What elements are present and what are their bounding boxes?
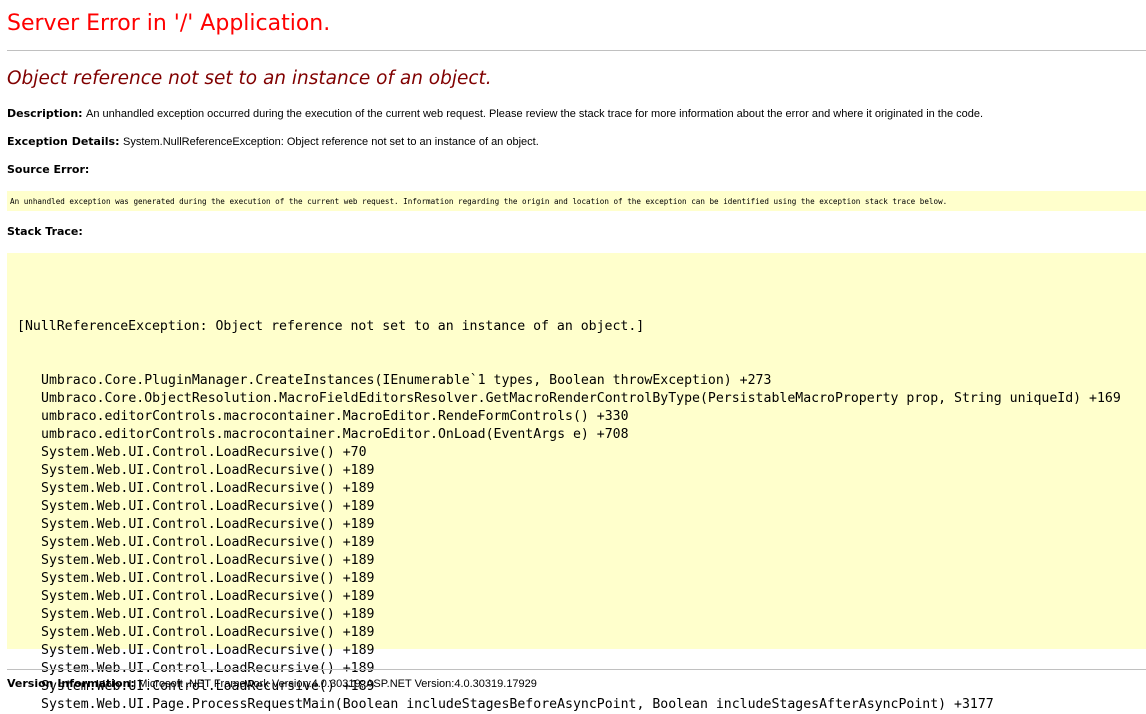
stack-trace-line: Umbraco.Core.PluginManager.CreateInstanc… [41, 373, 772, 388]
stack-trace-line: System.Web.UI.Control.LoadRecursive() +1… [41, 499, 375, 514]
stack-trace-line: Umbraco.Core.ObjectResolution.MacroField… [41, 391, 1121, 406]
stack-trace-line: System.Web.UI.Control.LoadRecursive() +1… [41, 643, 375, 658]
version-text: Microsoft .NET Framework Version:4.0.303… [138, 678, 537, 690]
description-label: Description: [7, 107, 83, 120]
source-error-text: An unhandled exception was generated dur… [10, 197, 948, 206]
source-error-label: Source Error: [7, 163, 90, 176]
error-message-heading: Object reference not set to an instance … [7, 68, 492, 89]
stack-trace-line: System.Web.UI.Control.LoadRecursive() +1… [41, 535, 375, 550]
stack-trace-line: umbraco.editorControls.macrocontainer.Ma… [41, 427, 629, 442]
stack-trace-line: System.Web.UI.Control.LoadRecursive() +1… [41, 517, 375, 532]
version-divider [7, 669, 1146, 670]
stack-trace-line: System.Web.UI.Control.LoadRecursive() +1… [41, 589, 375, 604]
stack-trace-line: System.Web.UI.Control.LoadRecursive() +7… [41, 445, 367, 460]
stack-trace-box: [NullReferenceException: Object referenc… [7, 253, 1146, 712]
stack-trace-line: System.Web.UI.Control.LoadRecursive() +1… [41, 571, 375, 586]
exception-details-label: Exception Details: [7, 135, 120, 148]
stack-trace-header: [NullReferenceException: Object referenc… [17, 319, 645, 334]
exception-details-line: Exception Details: System.NullReferenceE… [7, 135, 539, 148]
page-title: Server Error in '/' Application. [7, 11, 331, 36]
description-text: An unhandled exception occurred during t… [86, 108, 984, 120]
stack-trace-code: [NullReferenceException: Object referenc… [17, 282, 1121, 714]
version-information-line: Version Information: Microsoft .NET Fram… [7, 677, 537, 690]
stack-trace-line: System.Web.UI.Control.LoadRecursive() +1… [41, 463, 375, 478]
stack-trace-line: System.Web.UI.Page.ProcessRequestMain(Bo… [41, 697, 994, 712]
stack-trace-label: Stack Trace: [7, 225, 83, 238]
exception-details-text: System.NullReferenceException: Object re… [122, 136, 539, 148]
title-divider [7, 50, 1146, 51]
stack-trace-line: System.Web.UI.Control.LoadRecursive() +1… [41, 625, 375, 640]
version-label: Version Information: [7, 677, 135, 690]
stack-trace-line: System.Web.UI.Control.LoadRecursive() +1… [41, 481, 375, 496]
description-line: Description: An unhandled exception occu… [7, 107, 983, 120]
source-error-box: An unhandled exception was generated dur… [7, 191, 1146, 211]
stack-trace-line: umbraco.editorControls.macrocontainer.Ma… [41, 409, 629, 424]
stack-trace-line: System.Web.UI.Control.LoadRecursive() +1… [41, 553, 375, 568]
stack-trace-line: System.Web.UI.Control.LoadRecursive() +1… [41, 607, 375, 622]
